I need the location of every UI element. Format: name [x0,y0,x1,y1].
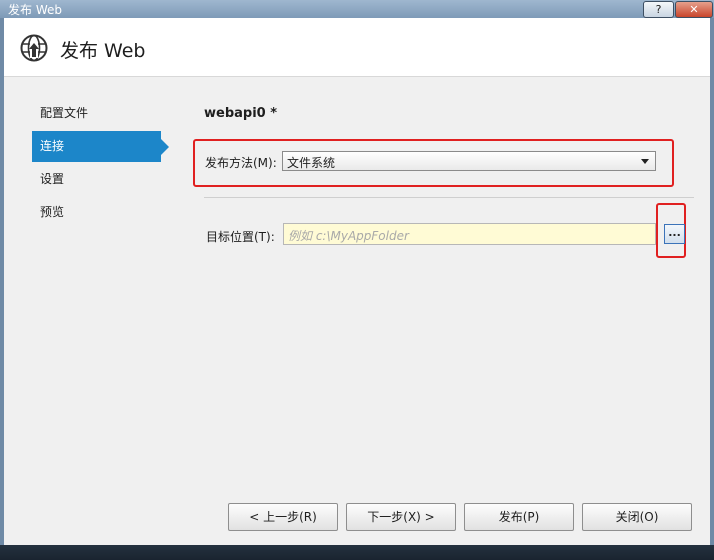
dialog-header: 发布 Web [4,18,710,77]
taskbar [0,545,714,560]
chevron-down-icon [641,159,649,164]
wizard-nav: 配置文件 连接 设置 预览 [32,98,172,230]
publish-method-label: 发布方法(M): [205,156,277,170]
prev-button[interactable]: < 上一步(R) [228,503,338,531]
publish-web-dialog: 发布 Web ? ✕ 发布 Web 配置文件 连接 设置 预览 webapi0 … [0,0,714,560]
nav-item-settings[interactable]: 设置 [32,164,172,195]
publish-button[interactable]: 发布(P) [464,503,574,531]
nav-item-connection[interactable]: 连接 [32,131,169,162]
publish-method-select[interactable]: 文件系统 [282,151,656,171]
window-close-button[interactable]: ✕ [675,1,713,18]
target-location-input[interactable]: 例如 c:\MyAppFolder [283,223,656,245]
next-button[interactable]: 下一步(X) > [346,503,456,531]
nav-item-profile[interactable]: 配置文件 [32,98,172,129]
window-title: 发布 Web [8,3,62,17]
divider [204,197,694,198]
page-title: 发布 Web [60,40,146,62]
title-bar[interactable]: 发布 Web ? ✕ [0,0,714,18]
profile-name: webapi0 * [204,106,278,121]
help-button[interactable]: ? [643,1,674,18]
target-location-placeholder: 例如 c:\MyAppFolder [288,229,409,243]
nav-item-preview[interactable]: 预览 [32,197,172,228]
dialog-body: 发布 Web 配置文件 连接 设置 预览 webapi0 * 发布方法(M): … [4,18,710,545]
close-button[interactable]: 关闭(O) [582,503,692,531]
globe-publish-icon [20,34,48,62]
browse-button[interactable]: ... [664,224,685,244]
target-location-label: 目标位置(T): [206,230,275,244]
publish-method-value: 文件系统 [287,156,336,170]
